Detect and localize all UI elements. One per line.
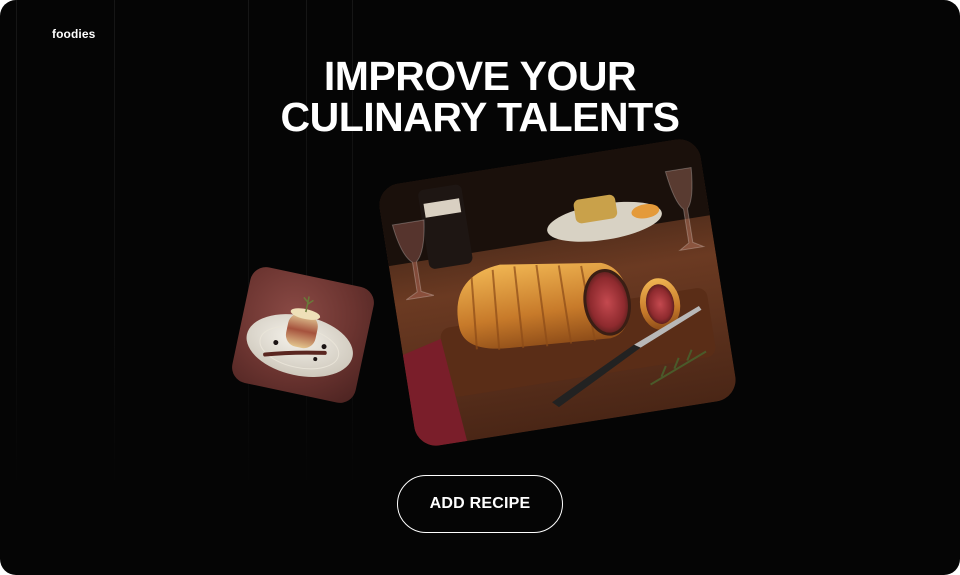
beef-wellington-illustration [376,136,739,449]
beef-wellington-photo [376,136,739,449]
app-frame: foodies IMPROVE YOUR CULINARY TALENTS AD… [0,0,960,575]
headline-line-2: CULINARY TALENTS [280,94,680,140]
plated-dish-illustration [246,296,353,377]
logo[interactable]: foodies [52,27,95,41]
page-title: IMPROVE YOUR CULINARY TALENTS [0,56,960,138]
headline-line-1: IMPROVE YOUR [323,53,637,99]
add-recipe-button[interactable]: ADD RECIPE [397,475,563,533]
plated-dish-photo [229,264,377,406]
